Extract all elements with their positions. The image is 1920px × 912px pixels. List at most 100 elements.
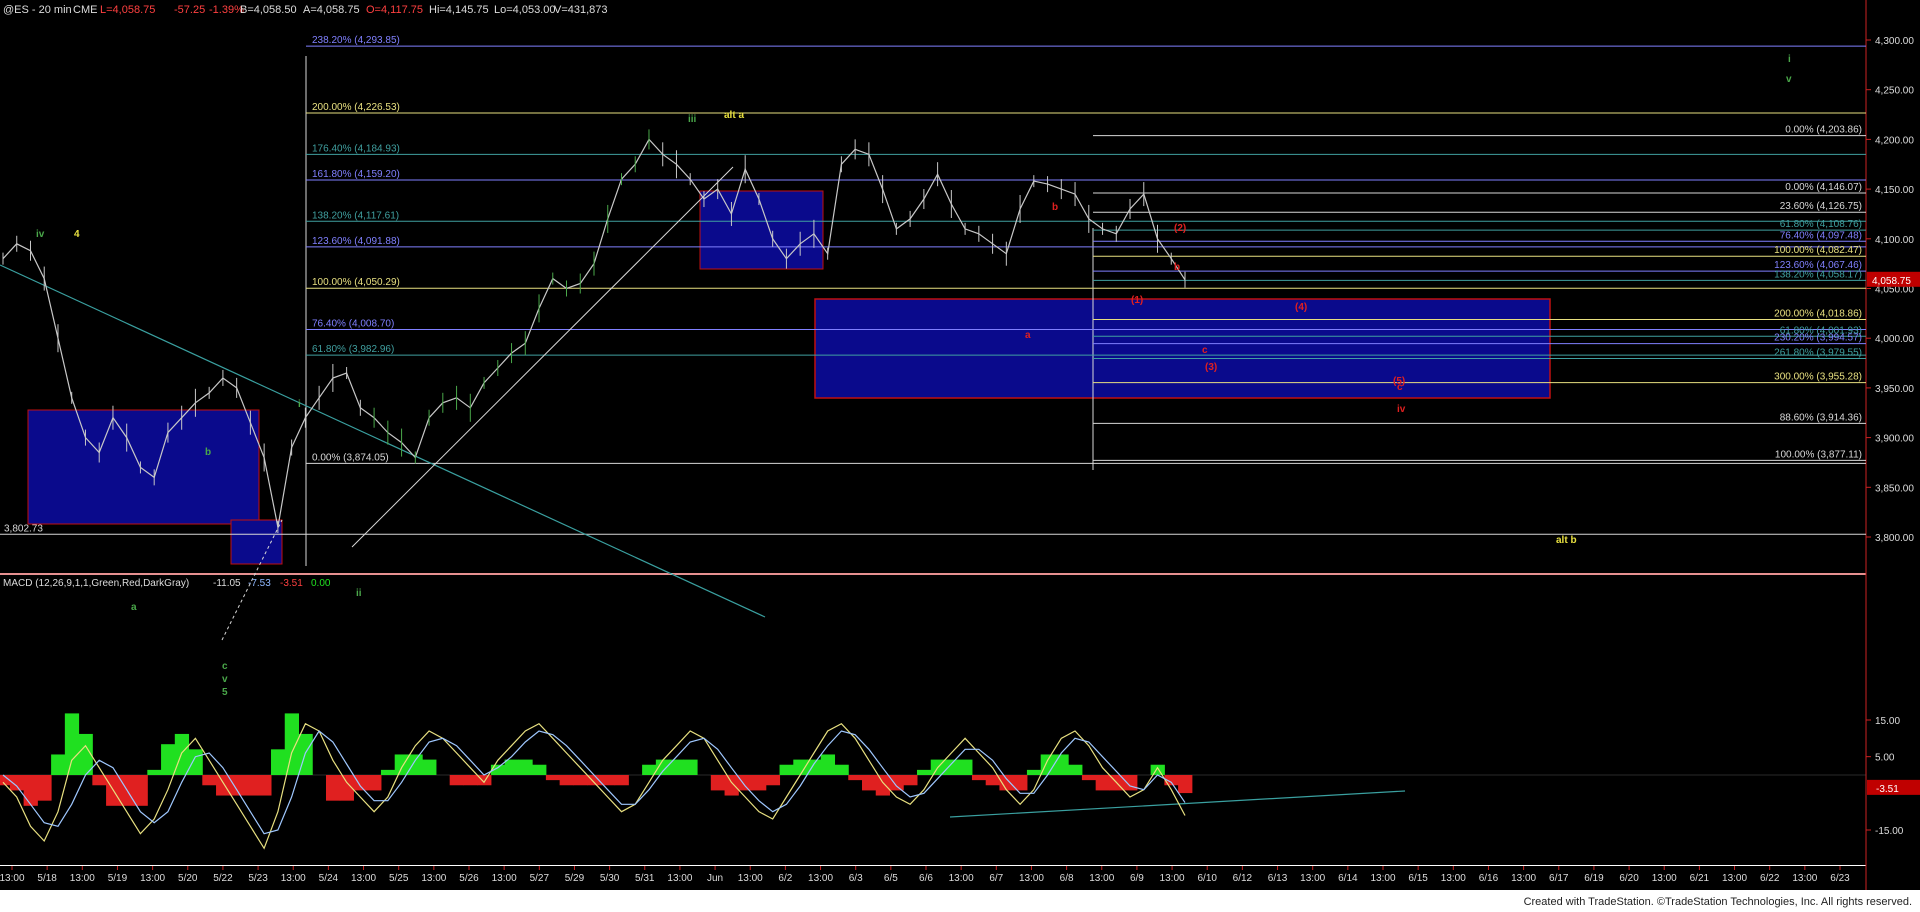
- volume-label: V=431,873: [554, 4, 608, 16]
- macd-histogram-bar: [683, 759, 698, 775]
- time-tick-label: 5/25: [389, 873, 409, 884]
- time-tick-label: 13:00: [70, 873, 95, 884]
- fib-label: 161.80% (4,159.20): [312, 169, 400, 180]
- price-tick-label: 4,300.00: [1875, 36, 1914, 47]
- last-price-badge-label: 4,058.75: [1872, 276, 1911, 287]
- macd-histogram-bar: [463, 775, 478, 786]
- macd-histogram-bar: [1054, 754, 1069, 775]
- price-tick-label: 4,250.00: [1875, 86, 1914, 97]
- time-tick-label: 5/20: [178, 873, 198, 884]
- change-pct-label: -1.39%: [209, 4, 244, 16]
- time-tick-label: 5/24: [319, 873, 339, 884]
- macd-histogram-bar: [518, 759, 533, 775]
- support-box-2: [230, 519, 283, 565]
- exchange-label: CME: [73, 4, 97, 16]
- chart-canvas[interactable]: 238.20% (4,293.85) 200.00% (4,226.53) 176.…: [0, 0, 1920, 912]
- time-tick-label: 13:00: [949, 873, 974, 884]
- macd-signal-value: -7.53: [248, 578, 271, 589]
- macd-histogram-bar: [1040, 754, 1055, 775]
- macd-last-badge-label: -3.51: [1876, 784, 1899, 795]
- time-tick-label: 13:00: [1652, 873, 1677, 884]
- wave-label: b: [205, 447, 211, 458]
- price-panel-background: [0, 0, 1866, 573]
- macd-histogram-bar: [545, 775, 561, 781]
- macd-histogram-bar: [504, 759, 519, 775]
- time-tick-label: 6/22: [1760, 873, 1780, 884]
- time-tick-label: 13:00: [1441, 873, 1466, 884]
- time-tick-label: 6/17: [1549, 873, 1569, 884]
- time-tick-label: 13:00: [492, 873, 517, 884]
- macd-histogram-bar: [325, 775, 341, 801]
- time-tick-label: 5/30: [600, 873, 620, 884]
- macd-histogram-bar: [710, 775, 726, 791]
- macd-histogram-bar: [820, 754, 836, 775]
- macd-histogram-bar: [724, 775, 739, 796]
- price-tick-label: 4,150.00: [1875, 185, 1914, 196]
- wave-label: c: [1202, 345, 1208, 356]
- time-tick-label: 13:00: [1511, 873, 1536, 884]
- wave-label: (2): [1174, 223, 1186, 234]
- macd-histogram-bar: [271, 749, 286, 775]
- fib-label: 238.20% (4,293.85): [312, 35, 400, 46]
- price-tick-label: 3,850.00: [1875, 483, 1914, 494]
- fib-label: 300.00% (3,955.28): [1774, 372, 1862, 383]
- time-tick-label: 6/3: [849, 873, 863, 884]
- time-tick-label: 6/16: [1479, 873, 1499, 884]
- macd-histogram-bar: [394, 754, 409, 775]
- time-tick-label: 13:00: [1300, 873, 1325, 884]
- open-label: O=4,117.75: [366, 4, 423, 16]
- macd-histogram-bar: [202, 775, 217, 786]
- wave-label: alt b: [1556, 535, 1577, 546]
- macd-histogram-bar: [1026, 769, 1042, 775]
- fib-label: 200.00% (4,018.86): [1774, 308, 1862, 319]
- time-tick-label: 5/19: [108, 873, 128, 884]
- macd-histogram-bar: [229, 775, 245, 796]
- price-tick-label: 4,000.00: [1875, 334, 1914, 345]
- last-price-label: L=4,058.75: [100, 4, 155, 16]
- wave-label: a: [131, 602, 137, 613]
- time-tick-label: 5/29: [565, 873, 585, 884]
- fib-label: 0.00% (3,874.05): [312, 452, 389, 463]
- macd-histogram-bar: [174, 733, 190, 775]
- macd-tick-label: 15.00: [1875, 716, 1900, 727]
- symbol-label: @ES - 20 min: [3, 4, 72, 16]
- wave-label: i: [298, 399, 301, 410]
- wave-label: iv: [36, 229, 45, 240]
- time-tick-label: 13:00: [0, 873, 25, 884]
- macd-zero-value: 0.00: [311, 578, 331, 589]
- macd-histogram-bar: [257, 775, 272, 796]
- time-tick-label: 13:00: [808, 873, 833, 884]
- macd-histogram-bar: [1081, 775, 1097, 781]
- wave-label: c: [222, 661, 228, 672]
- price-tick-label: 3,950.00: [1875, 384, 1914, 395]
- macd-histogram-bar: [64, 713, 80, 775]
- macd-histogram-bar: [147, 769, 162, 775]
- bid-label: B=4,058.50: [240, 4, 297, 16]
- wave-label: b: [1174, 262, 1180, 273]
- macd-histogram-bar: [1095, 775, 1110, 791]
- fib-label: 0.00% (4,146.07): [1785, 182, 1862, 193]
- wave-label: a: [1025, 330, 1031, 341]
- wave-label: b: [1052, 202, 1058, 213]
- time-tick-label: 6/9: [1130, 873, 1144, 884]
- macd-panel-background: [0, 575, 1866, 865]
- time-tick-label: 6/6: [919, 873, 933, 884]
- macd-histogram-bar: [779, 764, 794, 775]
- macd-histogram-bar: [422, 759, 437, 775]
- macd-tick-label: -15.00: [1875, 826, 1904, 837]
- high-label: Hi=4,145.75: [429, 4, 489, 16]
- fib-label: 230.20% (3,994.57): [1774, 333, 1862, 344]
- macd-histogram-bar: [573, 775, 588, 786]
- macd-histogram-bar: [559, 775, 574, 786]
- time-tick-label: 5/31: [635, 873, 655, 884]
- macd-histogram-bar: [37, 775, 52, 801]
- price-tick-label: 3,900.00: [1875, 434, 1914, 445]
- macd-histogram-bar: [614, 775, 629, 786]
- macd-histogram-bar: [889, 775, 904, 791]
- time-tick-label: 13:00: [1089, 873, 1114, 884]
- macd-histogram-bar: [765, 775, 781, 786]
- time-tick-label: 5/23: [248, 873, 268, 884]
- low-mark-label: 3,802.73: [4, 523, 43, 534]
- macd-histogram-bar: [161, 744, 176, 775]
- wave-label: c: [1397, 382, 1403, 393]
